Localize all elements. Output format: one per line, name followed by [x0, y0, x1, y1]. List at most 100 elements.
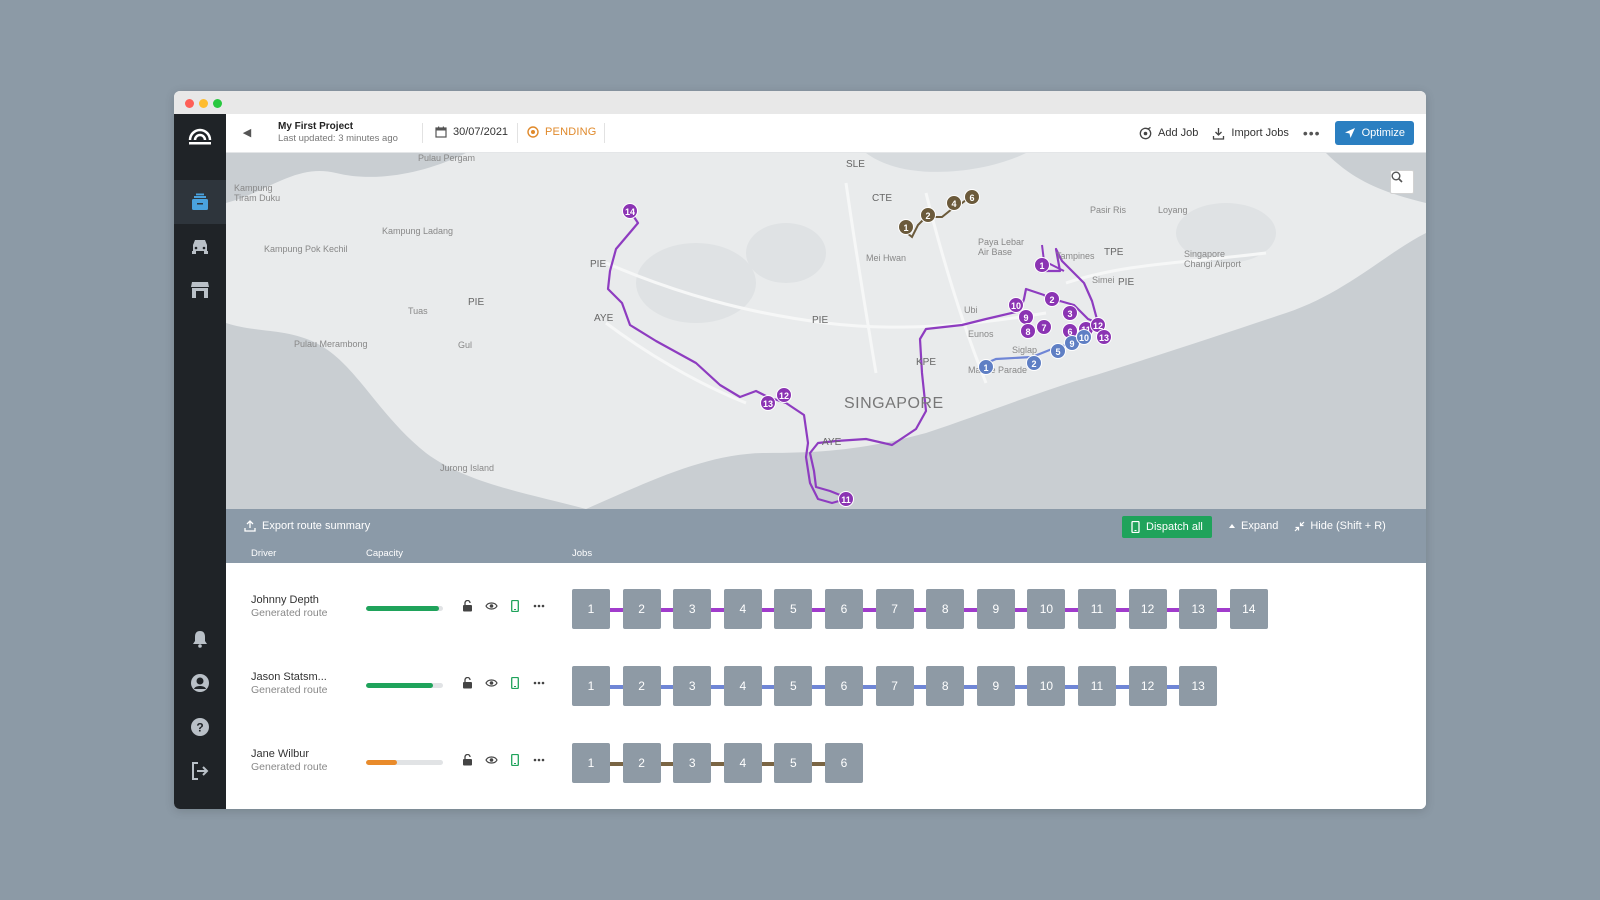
- route-actions: [460, 676, 546, 690]
- job-stop[interactable]: 2: [622, 589, 661, 629]
- job-stop[interactable]: 6: [825, 743, 863, 783]
- job-stop[interactable]: 4: [723, 589, 762, 629]
- date-picker[interactable]: 30/07/2021: [435, 126, 508, 138]
- job-stop[interactable]: 5: [774, 666, 813, 706]
- driver-name[interactable]: Jason Statsm...: [251, 671, 327, 683]
- job-stop[interactable]: 1: [572, 666, 610, 706]
- job-stop[interactable]: 14: [1229, 589, 1268, 629]
- unlock-icon[interactable]: [460, 599, 474, 613]
- expand-button[interactable]: Expand: [1228, 520, 1278, 532]
- job-stop[interactable]: 2: [622, 666, 661, 706]
- visibility-icon[interactable]: [484, 753, 498, 767]
- job-stop[interactable]: 3: [673, 743, 712, 783]
- driver-name[interactable]: Jane Wilbur: [251, 748, 309, 760]
- map-marker[interactable]: 2: [1044, 291, 1060, 307]
- map-marker[interactable]: 1: [1034, 257, 1050, 273]
- job-stop[interactable]: 4: [723, 743, 762, 783]
- dispatch-all-button[interactable]: Dispatch all: [1122, 516, 1212, 538]
- minimize-window-button[interactable]: [199, 99, 208, 108]
- unlock-icon[interactable]: [460, 676, 474, 690]
- route-row[interactable]: Johnny Depth Generated route 1 2 3 4 5 6 7 8 9 10…: [226, 585, 1426, 631]
- svg-text:?: ?: [196, 721, 203, 735]
- job-stop[interactable]: 1: [572, 589, 610, 629]
- map-marker[interactable]: 6: [964, 189, 980, 205]
- logo-icon[interactable]: [174, 114, 226, 158]
- map-marker[interactable]: 3: [1062, 305, 1078, 321]
- add-job-button[interactable]: Add Job: [1139, 126, 1198, 140]
- job-stop[interactable]: 7: [875, 666, 914, 706]
- map-search-button[interactable]: [1390, 170, 1414, 194]
- map-marker[interactable]: 13: [1096, 329, 1112, 345]
- map-marker[interactable]: 11: [838, 491, 854, 507]
- map-marker[interactable]: 14: [622, 203, 638, 219]
- job-stop[interactable]: 9: [976, 589, 1015, 629]
- dispatch-phone-icon[interactable]: [508, 676, 522, 690]
- export-route-summary-button[interactable]: Export route summary: [244, 520, 370, 532]
- map-marker[interactable]: 1: [898, 219, 914, 235]
- more-options-icon[interactable]: [532, 599, 546, 613]
- job-stop[interactable]: 13: [1179, 666, 1218, 706]
- job-stop[interactable]: 13: [1179, 589, 1218, 629]
- dispatch-all-label: Dispatch all: [1146, 521, 1203, 533]
- more-options-icon[interactable]: •••: [1303, 125, 1321, 141]
- job-stop[interactable]: 3: [673, 589, 712, 629]
- close-window-button[interactable]: [185, 99, 194, 108]
- route-row[interactable]: Jane Wilbur Generated route 123456: [226, 739, 1426, 785]
- dispatch-phone-icon[interactable]: [508, 599, 522, 613]
- back-arrow-icon[interactable]: ◀: [240, 126, 254, 140]
- job-stop[interactable]: 4: [723, 666, 762, 706]
- hide-panel-button[interactable]: Hide (Shift + R): [1294, 520, 1386, 532]
- map-marker[interactable]: 2: [1026, 355, 1042, 371]
- map-marker[interactable]: 13: [760, 395, 776, 411]
- job-stop[interactable]: 6: [825, 589, 863, 629]
- map-label-kampung-tiram-duku: Kampung Tiram Duku: [234, 183, 281, 203]
- visibility-icon[interactable]: [484, 676, 498, 690]
- divider: [517, 123, 518, 143]
- visibility-icon[interactable]: [484, 599, 498, 613]
- driver-name[interactable]: Johnny Depth: [251, 594, 319, 606]
- more-options-icon[interactable]: [532, 753, 546, 767]
- import-jobs-button[interactable]: Import Jobs: [1212, 127, 1289, 140]
- bell-icon[interactable]: [174, 617, 226, 661]
- job-stop[interactable]: 7: [875, 589, 914, 629]
- job-stop[interactable]: 9: [976, 666, 1015, 706]
- job-stop[interactable]: 3: [673, 666, 712, 706]
- map-marker[interactable]: 10: [1076, 329, 1092, 345]
- route-map[interactable]: Kampung Tiram Duku Kampung Ladang Kampun…: [226, 153, 1426, 509]
- route-row[interactable]: Jason Statsm... Generated route 12345678…: [226, 662, 1426, 708]
- dispatch-phone-icon[interactable]: [508, 753, 522, 767]
- job-stop[interactable]: 12: [1128, 666, 1167, 706]
- map-marker[interactable]: 4: [946, 195, 962, 211]
- depots-icon[interactable]: [174, 268, 226, 312]
- job-stop[interactable]: 12: [1128, 589, 1167, 629]
- optimize-button[interactable]: Optimize: [1334, 121, 1414, 145]
- account-icon[interactable]: [174, 661, 226, 705]
- map-marker[interactable]: 1: [978, 359, 994, 375]
- unlock-icon[interactable]: [460, 753, 474, 767]
- job-stop[interactable]: 6: [825, 666, 863, 706]
- map-marker[interactable]: 8: [1020, 323, 1036, 339]
- maximize-window-button[interactable]: [213, 99, 222, 108]
- job-stop[interactable]: 8: [926, 666, 965, 706]
- logout-icon[interactable]: [174, 749, 226, 793]
- more-options-icon[interactable]: [532, 676, 546, 690]
- map-marker[interactable]: 7: [1036, 319, 1052, 335]
- map-marker[interactable]: 2: [920, 207, 936, 223]
- job-stop[interactable]: 11: [1078, 666, 1116, 706]
- job-stop[interactable]: 10: [1027, 589, 1066, 629]
- job-stop[interactable]: 8: [926, 589, 965, 629]
- map-label-aye: AYE: [822, 437, 842, 448]
- routes-column-header: Driver Capacity Jobs: [226, 544, 1426, 563]
- job-stop[interactable]: 10: [1027, 666, 1066, 706]
- job-stop[interactable]: 1: [572, 743, 610, 783]
- map-marker[interactable]: 12: [776, 387, 792, 403]
- map-label-marine-parade: Marine Parade: [968, 365, 1028, 375]
- job-stop[interactable]: 5: [774, 743, 813, 783]
- help-icon[interactable]: ?: [174, 705, 226, 749]
- projects-icon[interactable]: [174, 180, 226, 224]
- project-title[interactable]: My First Project: [278, 121, 398, 133]
- job-stop[interactable]: 5: [774, 589, 813, 629]
- job-stop[interactable]: 2: [622, 743, 661, 783]
- job-stop[interactable]: 11: [1078, 589, 1116, 629]
- vehicles-icon[interactable]: [174, 224, 226, 268]
